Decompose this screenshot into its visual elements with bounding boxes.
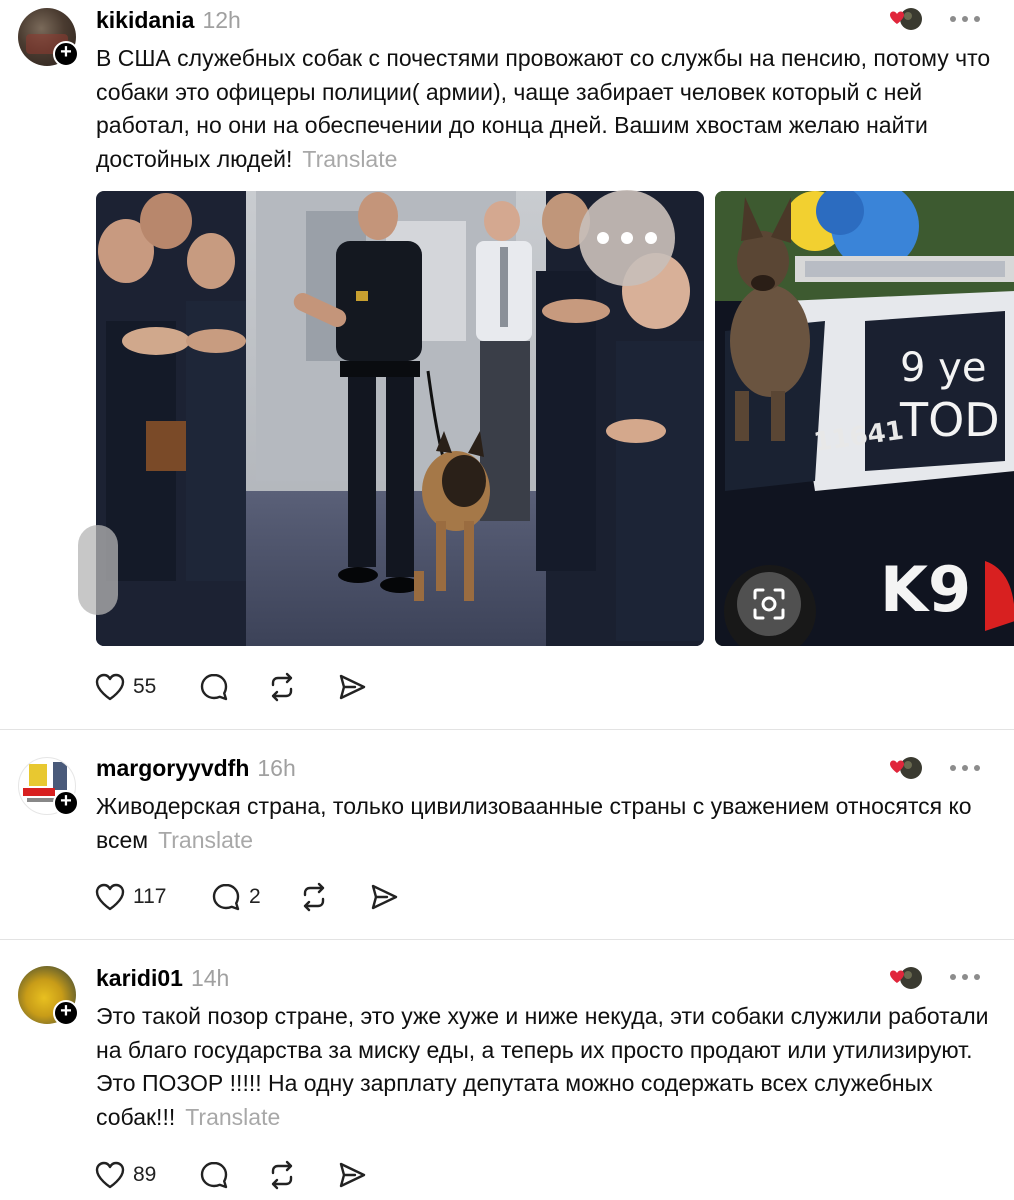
send-icon <box>339 1162 366 1188</box>
more-options-icon[interactable] <box>579 190 675 286</box>
reply-button[interactable]: 2 <box>211 882 261 912</box>
comment-icon <box>200 673 228 701</box>
post-divider <box>0 939 1014 940</box>
car-k9-label: K9 <box>880 553 971 626</box>
more-dots-icon[interactable] <box>950 972 982 982</box>
follow-plus-icon[interactable]: + <box>53 790 79 816</box>
post-text: Живодерская страна, только цивилизоваанн… <box>96 793 972 853</box>
send-icon <box>339 674 366 700</box>
repost-icon <box>271 1160 293 1190</box>
repost-button[interactable] <box>267 672 297 702</box>
visual-search-icon[interactable] <box>737 572 801 636</box>
like-button[interactable]: 89 <box>95 1160 156 1190</box>
more-dots-icon[interactable] <box>950 14 982 24</box>
like-count: 89 <box>133 1163 157 1186</box>
author-liked-heart-icon <box>890 757 922 779</box>
author-liked-heart-icon <box>890 8 922 30</box>
username[interactable]: kikidania 12h <box>96 7 241 34</box>
post-time: 12h <box>202 7 241 33</box>
more-dots-icon[interactable] <box>950 763 982 773</box>
repost-icon <box>303 882 325 912</box>
follow-plus-icon[interactable]: + <box>53 41 79 67</box>
like-button[interactable]: 117 <box>95 882 166 912</box>
translate-link[interactable]: Translate <box>185 1104 280 1130</box>
post-time: 16h <box>257 755 296 781</box>
carousel-prev-edge[interactable] <box>78 525 118 615</box>
share-button[interactable] <box>369 882 399 912</box>
repost-button[interactable] <box>299 882 329 912</box>
heart-icon <box>95 883 125 911</box>
username[interactable]: karidi01 14h <box>96 965 229 992</box>
share-button[interactable] <box>337 1160 367 1190</box>
translate-link[interactable]: Translate <box>158 827 253 853</box>
post-time: 14h <box>190 965 230 991</box>
post-actions: 89 <box>95 1160 395 1190</box>
reply-button[interactable] <box>199 1160 229 1190</box>
translate-link[interactable]: Translate <box>302 146 397 172</box>
heart-icon <box>95 673 125 701</box>
comment-icon <box>200 1161 228 1189</box>
author-liked-heart-icon <box>890 967 922 989</box>
heart-icon <box>95 1161 125 1189</box>
post-divider <box>0 729 1014 730</box>
like-button[interactable]: 55 <box>95 672 156 702</box>
username[interactable]: margoryyvdfh 16h <box>96 755 296 782</box>
post-actions: 55 <box>95 672 395 702</box>
share-button[interactable] <box>337 672 367 702</box>
reply-button[interactable] <box>199 672 229 702</box>
car-window-text-2: TOD <box>899 393 1000 447</box>
post-text: В США служебных собак с почестями провож… <box>96 45 991 172</box>
repost-button[interactable] <box>267 1160 297 1190</box>
like-count: 55 <box>133 675 157 698</box>
send-icon <box>371 884 398 910</box>
like-count: 117 <box>133 885 167 908</box>
reply-count: 2 <box>249 885 261 908</box>
follow-plus-icon[interactable]: + <box>53 1000 79 1026</box>
comment-icon <box>212 883 240 911</box>
repost-icon <box>271 672 293 702</box>
post-text: Это такой позор стране, это уже хуже и н… <box>96 1003 989 1130</box>
car-window-text-1: 9 ye <box>900 345 986 391</box>
post-actions: 117 2 <box>95 882 415 912</box>
